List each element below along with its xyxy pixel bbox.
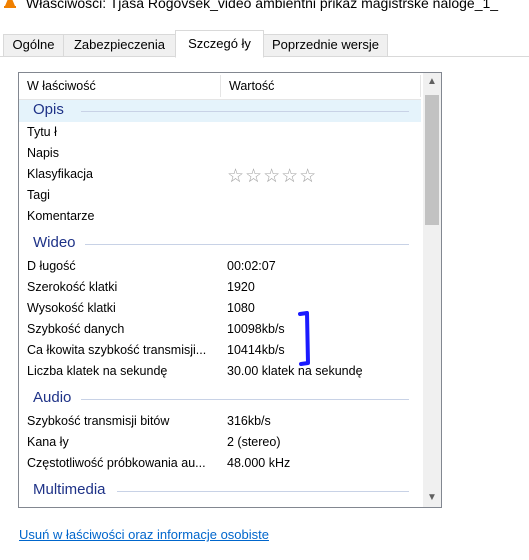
property-name: Wysokość klatki	[27, 301, 116, 315]
property-value: 316kb/s	[227, 414, 271, 428]
annotation-bracket	[298, 311, 310, 366]
chevron-up-icon[interactable]: ▲	[423, 73, 441, 91]
vertical-scrollbar[interactable]: ▲ ▼	[423, 73, 441, 507]
group-label: Opis	[33, 101, 64, 118]
group-header-description[interactable]: Opis	[19, 100, 421, 122]
group-divider	[117, 491, 409, 492]
column-header-value[interactable]: Wartość	[221, 73, 420, 99]
tab-security[interactable]: Zabezpieczenia	[63, 34, 176, 56]
group-label: Multimedia	[33, 481, 106, 498]
chevron-down-icon[interactable]: ▼	[423, 489, 441, 507]
column-separator[interactable]	[420, 75, 421, 97]
property-name: Klasyfikacja	[27, 167, 93, 181]
list-item[interactable]: Komentarze	[19, 207, 421, 228]
property-value: 10098kb/s	[227, 322, 285, 336]
list-item[interactable]: Częstotliwość próbkowania au... 48.000 k…	[19, 454, 421, 475]
list-item[interactable]: Szybkość danych 10098kb/s	[19, 320, 421, 341]
group-header-multimedia[interactable]: Multimedia	[19, 480, 421, 502]
property-value: 00:02:07	[227, 259, 276, 273]
property-name: Tagi	[27, 188, 50, 202]
tab-general[interactable]: Ogólne	[3, 34, 64, 56]
property-name: Szerokość klatki	[27, 280, 118, 294]
property-name: Liczba klatek na sekundę	[27, 364, 168, 378]
group-label: Wideo	[33, 234, 76, 251]
vlc-cone-icon	[4, 0, 16, 8]
list-item[interactable]: Wysokość klatki 1080	[19, 299, 421, 320]
tab-details[interactable]: Szczegó ły	[175, 30, 264, 58]
list-item[interactable]: Napis	[19, 144, 421, 165]
tab-previous-versions[interactable]: Poprzednie wersje	[263, 34, 388, 56]
scrollbar-thumb[interactable]	[425, 95, 439, 225]
property-value: 2 (stereo)	[227, 435, 281, 449]
list-item[interactable]: Szerokość klatki 1920	[19, 278, 421, 299]
list-item[interactable]: Tagi	[19, 186, 421, 207]
property-value: 1080	[227, 301, 255, 315]
remove-properties-link[interactable]: Usuń w łaściwości oraz informacje osobis…	[19, 527, 269, 542]
property-value: 48.000 kHz	[227, 456, 291, 470]
window-title: Właściwości: Tjaša Rogovšek_video ambien…	[26, 0, 499, 11]
group-divider	[85, 244, 409, 245]
property-name: Ca łkowita szybkość transmisji...	[27, 343, 207, 357]
property-name: Napis	[27, 146, 59, 160]
group-divider	[81, 111, 409, 112]
group-header-audio[interactable]: Audio	[19, 388, 421, 410]
list-item[interactable]: Klasyfikacja ☆☆☆☆☆	[19, 165, 421, 188]
column-header-property[interactable]: W łaściwość	[19, 73, 220, 99]
title-bar: Właściwości: Tjaša Rogovšek_video ambien…	[0, 0, 529, 14]
property-name: Tytu ł	[27, 125, 57, 139]
list-item[interactable]: Tytu ł	[19, 123, 421, 144]
property-value: 30.00 klatek na sekundę	[227, 364, 363, 378]
group-header-video[interactable]: Wideo	[19, 233, 421, 255]
property-value: 1920	[227, 280, 255, 294]
property-value: 10414kb/s	[227, 343, 285, 357]
rating-stars[interactable]: ☆☆☆☆☆	[227, 165, 317, 188]
list-item[interactable]: Ca łkowita szybkość transmisji... 10414k…	[19, 341, 421, 362]
group-divider	[81, 399, 409, 400]
list-item[interactable]: Kana ły 2 (stereo)	[19, 433, 421, 454]
group-label: Audio	[33, 389, 72, 406]
properties-list[interactable]: W łaściwość Wartość Opis Tytu ł Napis Kl…	[18, 72, 442, 508]
list-header: W łaściwość Wartość	[19, 73, 421, 100]
property-name: Komentarze	[27, 209, 95, 223]
list-item[interactable]: D ługość 00:02:07	[19, 257, 421, 278]
property-name: D ługość	[27, 259, 76, 273]
property-name: Szybkość danych	[27, 322, 125, 336]
list-item[interactable]: Szybkość transmisji bitów 316kb/s	[19, 412, 421, 433]
property-name: Kana ły	[27, 435, 69, 449]
list-item[interactable]: Liczba klatek na sekundę 30.00 klatek na…	[19, 362, 421, 383]
property-name: Szybkość transmisji bitów	[27, 414, 170, 428]
tab-strip: Ogólne Zabezpieczenia Szczegó ły Poprzed…	[0, 30, 529, 58]
property-name: Częstotliwość próbkowania au...	[27, 456, 206, 470]
